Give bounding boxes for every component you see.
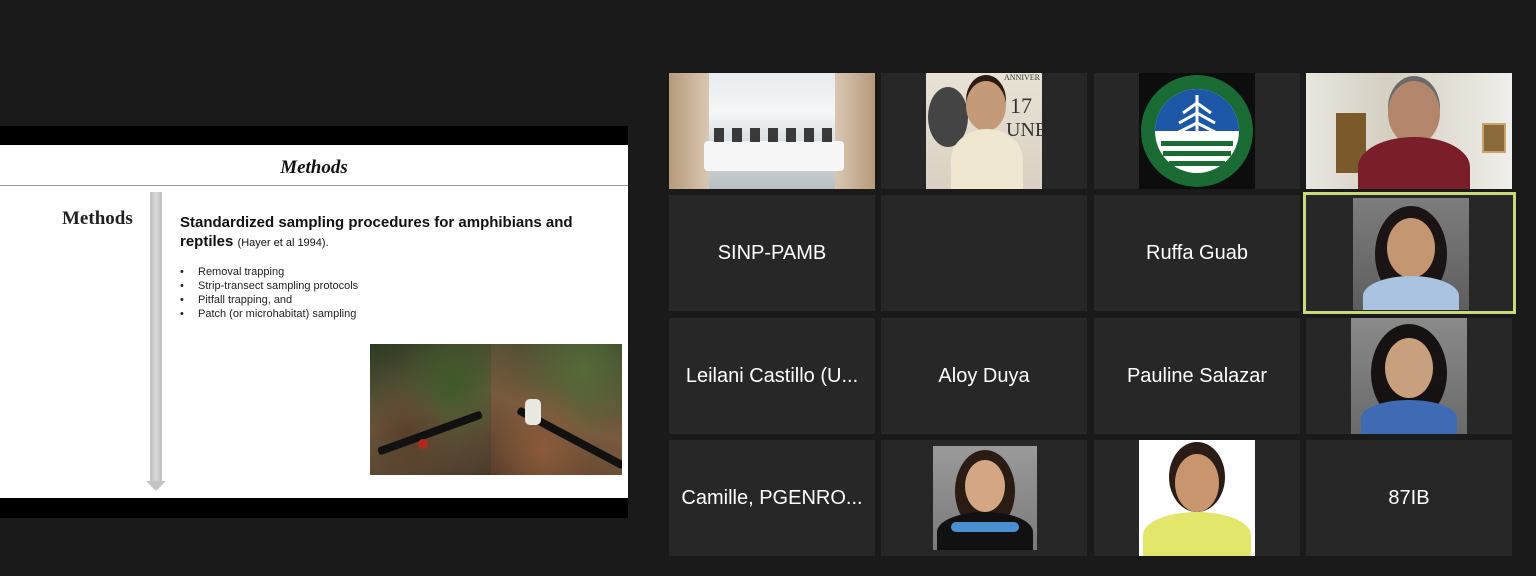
video-tile-row1-col2[interactable]: ANNIVER 17 UNES <box>881 73 1087 189</box>
bullet-item: Strip-transect sampling protocols <box>180 279 358 293</box>
video-tile-row3-col2[interactable]: Aloy Duya <box>881 318 1087 434</box>
video-tile-row1-col1[interactable] <box>669 73 875 189</box>
video-tile-row4-col4[interactable]: 87IB <box>1306 440 1512 556</box>
participant-photo-woman <box>1139 440 1255 556</box>
bullet-item: Pitfall trapping, and <box>180 293 358 307</box>
denr-logo <box>1139 73 1255 189</box>
field-photo-trail <box>491 344 622 475</box>
seated-attendees <box>714 128 834 142</box>
participant-photo-woman <box>1353 198 1469 310</box>
banner-text: ANNIVER <box>1004 73 1040 82</box>
participant-video-man <box>1306 73 1512 189</box>
red-marker <box>418 439 428 449</box>
participant-name: Camille, PGENRO... <box>681 486 863 509</box>
down-arrow-shaft <box>150 192 162 482</box>
banner-text: 17 <box>1010 93 1032 118</box>
participant-face <box>966 81 1006 131</box>
video-tile-row2-col3[interactable]: Ruffa Guab <box>1094 195 1300 311</box>
window-curtain <box>669 73 709 189</box>
participant-body <box>1361 400 1457 434</box>
video-tile-row4-col1[interactable]: Camille, PGENRO... <box>669 440 875 556</box>
participant-name: SINP-PAMB <box>717 241 827 264</box>
conference-room-video <box>669 73 875 189</box>
participant-name: Pauline Salazar <box>1126 364 1268 387</box>
participant-photo-woman <box>1351 318 1467 434</box>
video-tile-row4-col3[interactable] <box>1094 440 1300 556</box>
participant-face <box>1385 338 1433 398</box>
bullet-item: Patch (or microhabitat) sampling <box>180 307 358 321</box>
participant-face <box>1387 218 1435 278</box>
video-tile-row3-col3[interactable]: Pauline Salazar <box>1094 318 1300 434</box>
video-tile-row3-col4[interactable] <box>1306 318 1512 434</box>
graduation-sash <box>951 522 1019 532</box>
bullet-item: Removal trapping <box>180 265 358 279</box>
video-tile-row1-col4[interactable] <box>1306 73 1512 189</box>
video-tile-row3-col1[interactable]: Leilani Castillo (U... <box>669 318 875 434</box>
participant-body <box>1363 276 1459 310</box>
participant-body <box>951 129 1023 189</box>
participant-name: Aloy Duya <box>938 364 1030 387</box>
person-figure <box>525 399 541 425</box>
slide-side-label: Methods <box>62 208 133 229</box>
participant-body <box>1358 137 1470 189</box>
participant-face <box>1175 454 1219 512</box>
participant-name: Leilani Castillo (U... <box>685 364 859 387</box>
participant-video-banner: ANNIVER 17 UNES <box>926 73 1042 189</box>
slide-bullet-list: Removal trapping Strip-transect sampling… <box>180 265 358 321</box>
participant-face <box>965 460 1005 512</box>
drift-fence <box>376 410 484 456</box>
wall-frame <box>1482 123 1506 153</box>
video-tile-row1-col3[interactable] <box>1094 73 1300 189</box>
participant-body <box>1143 512 1251 556</box>
conference-table <box>704 141 844 171</box>
slide-citation: (Hayer et al 1994). <box>237 237 329 249</box>
slide-title: Methods <box>280 157 348 178</box>
shared-screen: Methods Methods Standardized sampling pr… <box>0 126 628 518</box>
field-photo-forest-floor <box>370 344 491 475</box>
participant-face <box>1388 81 1440 145</box>
down-arrow-icon <box>146 481 166 491</box>
video-tile-row4-col2[interactable] <box>881 440 1087 556</box>
video-tile-row2-col4[interactable] <box>1303 192 1516 314</box>
slide-heading: Standardized sampling procedures for amp… <box>180 213 600 253</box>
video-tile-row2-col2[interactable] <box>881 195 1087 311</box>
slide-divider <box>0 185 628 186</box>
participant-name: Ruffa Guab <box>1146 241 1248 264</box>
participant-photo-graduate <box>933 446 1037 550</box>
presentation-slide: Methods Methods Standardized sampling pr… <box>0 145 628 498</box>
participant-name: 87IB <box>1388 486 1430 509</box>
window-curtain <box>835 73 875 189</box>
video-tile-row2-col1[interactable]: SINP-PAMB <box>669 195 875 311</box>
